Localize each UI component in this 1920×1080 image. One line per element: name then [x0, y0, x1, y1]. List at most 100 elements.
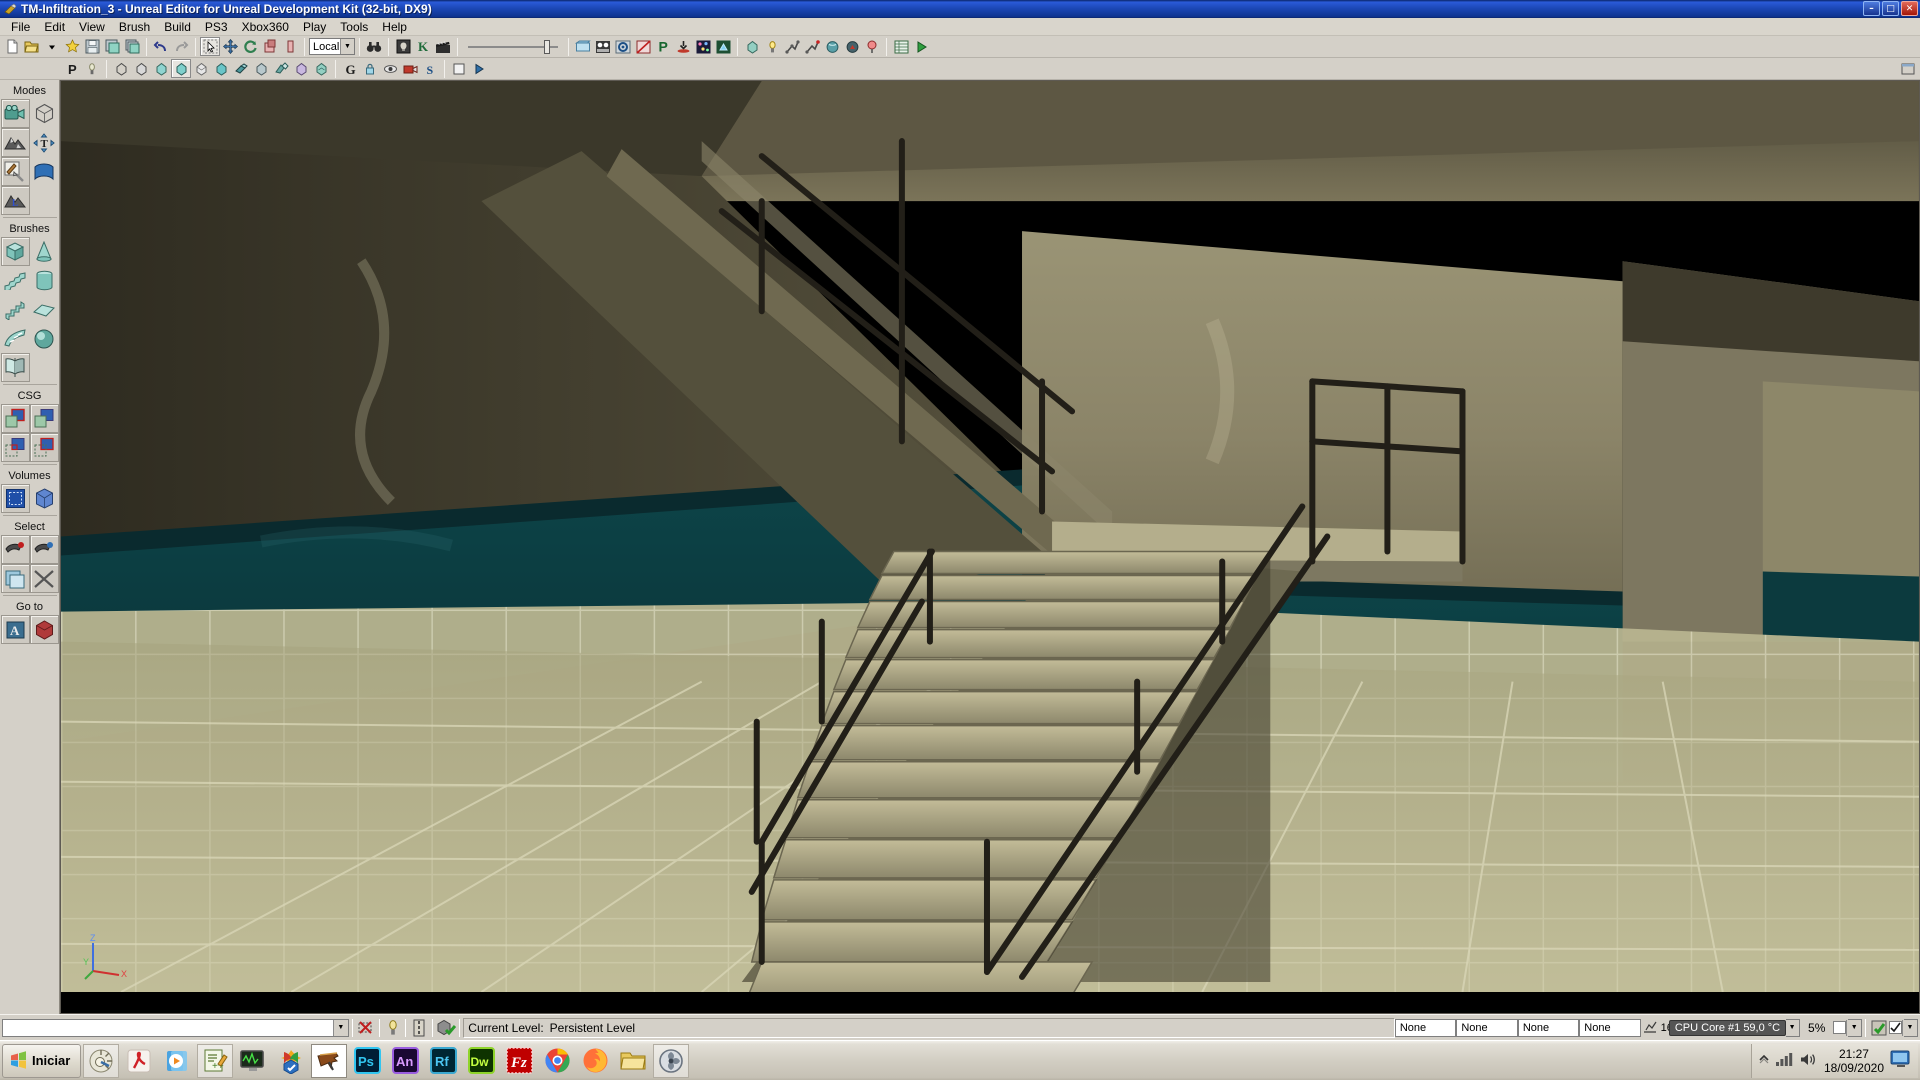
- redo-button[interactable]: [171, 37, 191, 56]
- mode-camera-button[interactable]: [0, 99, 30, 128]
- open-level-button[interactable]: [22, 37, 42, 56]
- csg-intersect-button[interactable]: [0, 433, 30, 462]
- start-button[interactable]: Iniciar: [2, 1043, 82, 1078]
- menu-item-tools[interactable]: Tools: [333, 19, 375, 35]
- status-checkbox-2[interactable]: [1889, 1021, 1903, 1034]
- save-as-button[interactable]: [102, 37, 122, 56]
- mode-mesh-paint-button[interactable]: [0, 157, 30, 186]
- taskbar-item-animate[interactable]: An: [387, 1044, 423, 1078]
- nonuniform-scale-button[interactable]: [280, 37, 300, 56]
- save-all-button[interactable]: [122, 37, 142, 56]
- menu-item-file[interactable]: File: [4, 19, 37, 35]
- taskbar-item-reflow[interactable]: Rf: [425, 1044, 461, 1078]
- lightmass-button[interactable]: [693, 37, 713, 56]
- chevron-down-icon[interactable]: ▼: [332, 1019, 348, 1036]
- taskbar-item-speedfan[interactable]: [653, 1043, 690, 1078]
- menu-item-xbox360[interactable]: Xbox360: [235, 19, 296, 35]
- brush-cone-button[interactable]: [29, 237, 59, 266]
- volumes-button[interactable]: [713, 37, 733, 56]
- viewport-camera-speed-button[interactable]: [400, 59, 420, 78]
- status-checkbox-1[interactable]: [1833, 1021, 1847, 1034]
- select-none-button[interactable]: [29, 535, 59, 564]
- build-paths-button[interactable]: [613, 37, 633, 56]
- play-level-button[interactable]: [911, 37, 931, 56]
- viewport-brush-wire-button[interactable]: [111, 59, 131, 78]
- viewport-eye-button[interactable]: [380, 59, 400, 78]
- brush-volumetric-button[interactable]: [0, 353, 30, 382]
- viewport-lock-button[interactable]: [360, 59, 380, 78]
- taskbar-item-unreal-frontend[interactable]: [83, 1043, 120, 1078]
- csg-deintersect-button[interactable]: [29, 433, 59, 462]
- menu-item-edit[interactable]: Edit: [37, 19, 72, 35]
- brush-polys-button[interactable]: [742, 37, 762, 56]
- csg-add-button[interactable]: [0, 404, 30, 433]
- taskbar-item-filezilla[interactable]: Fz: [501, 1044, 537, 1078]
- command-input[interactable]: ▼: [2, 1018, 349, 1037]
- goto-bookmark-button[interactable]: [29, 615, 59, 644]
- menu-item-brush[interactable]: Brush: [112, 19, 157, 35]
- brush-sphere-button[interactable]: [29, 324, 59, 353]
- mode-geometry-button[interactable]: [29, 99, 59, 128]
- viewport-lit-button[interactable]: [151, 59, 171, 78]
- brush-cylinder-button[interactable]: [29, 266, 59, 295]
- select-all-button[interactable]: [0, 535, 30, 564]
- viewport-light-complexity-button[interactable]: [231, 59, 251, 78]
- push-view-button[interactable]: [673, 37, 693, 56]
- viewport-play-here-button[interactable]: [469, 59, 489, 78]
- menu-item-view[interactable]: View: [72, 19, 112, 35]
- search-actors-button[interactable]: [364, 37, 384, 56]
- mode-terrain-button[interactable]: [0, 128, 30, 157]
- maximize-button[interactable]: □: [1882, 1, 1899, 16]
- cpu-dropdown[interactable]: ▼: [1784, 1018, 1801, 1037]
- chevron-up-icon[interactable]: [1758, 1053, 1770, 1068]
- mode-static-mesh-button[interactable]: [29, 157, 59, 186]
- clear-selection-button[interactable]: [356, 1018, 376, 1038]
- open-recent-dropdown[interactable]: [42, 37, 62, 56]
- fog-button[interactable]: [842, 37, 862, 56]
- brush-curved-stairs-button[interactable]: [0, 324, 30, 353]
- kismet-button[interactable]: K: [413, 37, 433, 56]
- minimize-button[interactable]: –: [1863, 1, 1880, 16]
- close-button[interactable]: ✕: [1901, 1, 1918, 16]
- scale-grid-field[interactable]: None: [1517, 1018, 1580, 1037]
- chevron-down-icon[interactable]: ▼: [1846, 1019, 1862, 1036]
- viewport-stats-button[interactable]: S: [420, 59, 440, 78]
- detail-slider[interactable]: [468, 38, 558, 56]
- select-mode-button[interactable]: [200, 37, 220, 56]
- viewport-reflections-button[interactable]: [311, 59, 331, 78]
- velocity-grid-field[interactable]: None: [1579, 1018, 1641, 1037]
- viewport-realtime-button[interactable]: P: [62, 59, 82, 78]
- viewport-unlit-button[interactable]: [131, 59, 151, 78]
- taskbar-item-acrobat[interactable]: [121, 1044, 157, 1078]
- properties-button[interactable]: [891, 37, 911, 56]
- slider-knob[interactable]: [544, 39, 550, 54]
- chevron-down-icon[interactable]: ▼: [340, 39, 354, 54]
- viewport-wireframe-button[interactable]: [191, 59, 211, 78]
- menu-item-build[interactable]: Build: [157, 19, 198, 35]
- menu-item-ps3[interactable]: PS3: [198, 19, 235, 35]
- undo-button[interactable]: [151, 37, 171, 56]
- geometry-ok-button[interactable]: [436, 1018, 457, 1038]
- network-bars-icon[interactable]: [1775, 1052, 1794, 1069]
- viewport-texture-density-button[interactable]: [211, 59, 231, 78]
- show-desktop-icon[interactable]: [1890, 1050, 1912, 1071]
- viewport-game-view-button[interactable]: G: [340, 59, 360, 78]
- chevron-down-icon[interactable]: ▼: [1901, 1019, 1917, 1036]
- content-browser-button[interactable]: [393, 37, 413, 56]
- rotate-mode-button[interactable]: [240, 37, 260, 56]
- status-dropdown-1[interactable]: ▼: [1846, 1018, 1863, 1037]
- viewport-lit-selected-button[interactable]: [171, 59, 191, 78]
- taskbar-item-media-player[interactable]: [159, 1044, 195, 1078]
- taskbar-item-dreamweaver[interactable]: Dw: [463, 1044, 499, 1078]
- brush-sheet-button[interactable]: [29, 295, 59, 324]
- rotation-grid-field[interactable]: None: [1456, 1018, 1518, 1037]
- actor-pin-button[interactable]: [862, 37, 882, 56]
- taskbar-item-security[interactable]: [273, 1044, 309, 1078]
- drag-grid-field[interactable]: None: [1394, 1018, 1457, 1037]
- taskbar-item-photoshop[interactable]: Ps: [349, 1044, 385, 1078]
- select-invert-button[interactable]: [0, 564, 30, 593]
- build-lighting-button[interactable]: [593, 37, 613, 56]
- scale-mode-button[interactable]: [260, 37, 280, 56]
- save-button[interactable]: [82, 37, 102, 56]
- taskbar-item-chrome[interactable]: [539, 1044, 575, 1078]
